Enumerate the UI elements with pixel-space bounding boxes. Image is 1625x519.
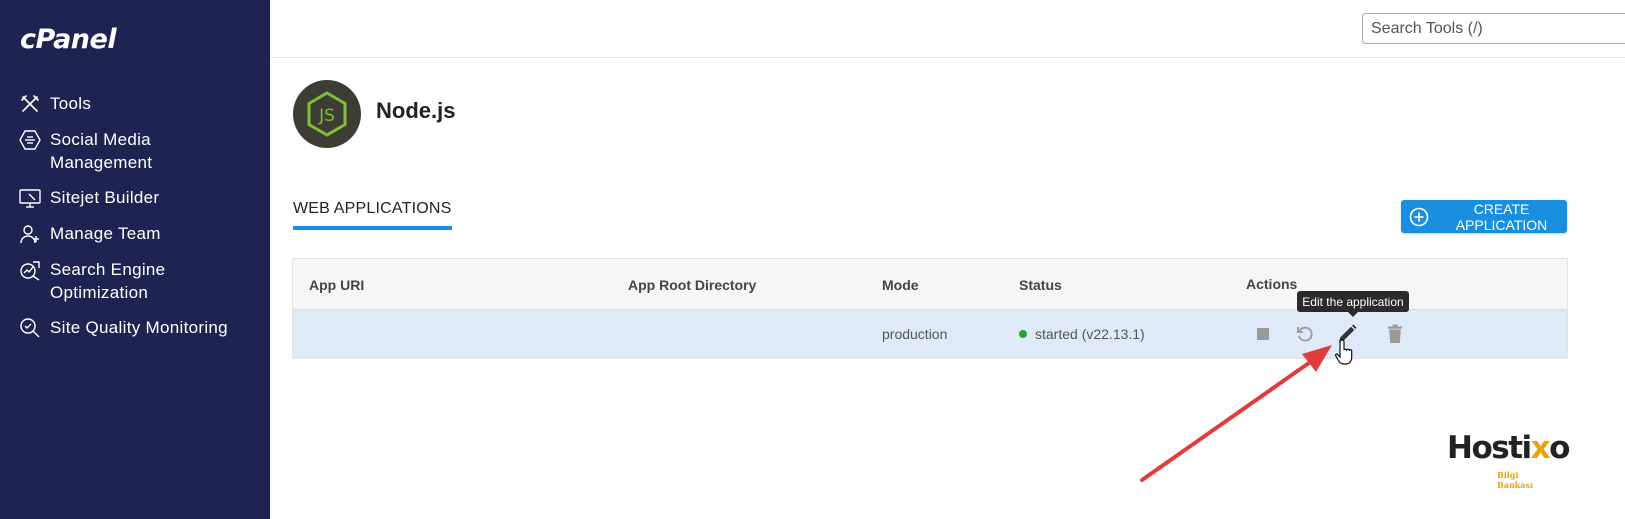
- delete-application-button[interactable]: [1384, 323, 1406, 345]
- watermark-subtitle: Bilgi Bankası: [1497, 470, 1534, 490]
- trash-icon: [1388, 324, 1402, 343]
- create-application-label: CREATE APPLICATION: [1455, 200, 1548, 233]
- tab-web-applications[interactable]: WEB APPLICATIONS: [293, 200, 452, 230]
- plus-circle-icon: [1409, 207, 1429, 227]
- sitejet-icon: [18, 186, 42, 210]
- cell-status: started (v22.13.1): [1019, 326, 1145, 342]
- sidebar-item-social-media[interactable]: Social Media Management: [0, 122, 270, 180]
- stop-icon: [1257, 328, 1269, 340]
- sidebar-nav: Tools Social Media Management Sitejet Bu…: [0, 86, 270, 346]
- tools-icon: [18, 92, 42, 116]
- column-header-mode[interactable]: Mode: [882, 277, 919, 293]
- quality-monitor-icon: [18, 316, 42, 340]
- nodejs-hexagon-icon: JS: [307, 91, 347, 137]
- sidebar: cPanel Tools Social Media Management Sit…: [0, 0, 270, 519]
- edit-tooltip: Edit the application: [1297, 291, 1409, 317]
- search-tools-input[interactable]: [1362, 13, 1625, 44]
- sidebar-item-label: Search Engine Optimization: [50, 260, 166, 302]
- sidebar-item-seo[interactable]: Search Engine Optimization: [0, 252, 270, 310]
- watermark-brand: Hostixo: [1447, 430, 1570, 466]
- team-icon: [18, 222, 42, 246]
- sidebar-item-label: Sitejet Builder: [50, 188, 160, 207]
- social-media-icon: [18, 128, 42, 152]
- nodejs-logo-text: JS: [318, 106, 335, 126]
- sidebar-item-label: Manage Team: [50, 224, 161, 243]
- hostixo-watermark: Hostixo Bilgi Bankası: [1447, 430, 1570, 490]
- cpanel-page: cPanel Tools Social Media Management Sit…: [0, 0, 1625, 519]
- status-text: started (v22.13.1): [1035, 326, 1145, 342]
- column-header-app-uri[interactable]: App URI: [309, 277, 364, 293]
- table-row: production started (v22.13.1): [293, 310, 1567, 358]
- sidebar-item-manage-team[interactable]: Manage Team: [0, 216, 270, 252]
- column-header-app-root[interactable]: App Root Directory: [628, 277, 756, 293]
- seo-icon: [18, 258, 42, 282]
- sidebar-item-label: Social Media Management: [50, 130, 153, 172]
- sidebar-item-label: Site Quality Monitoring: [50, 318, 228, 337]
- nodejs-logo: JS: [293, 80, 361, 148]
- column-header-status[interactable]: Status: [1019, 277, 1062, 293]
- create-application-button[interactable]: CREATE APPLICATION: [1401, 200, 1567, 233]
- sidebar-item-site-quality[interactable]: Site Quality Monitoring: [0, 310, 270, 346]
- cpanel-logo[interactable]: cPanel: [20, 24, 117, 55]
- restart-icon: [1297, 326, 1313, 342]
- hand-cursor-icon: [1335, 339, 1353, 365]
- stop-application-button[interactable]: [1252, 323, 1274, 345]
- sidebar-item-tools[interactable]: Tools: [0, 86, 270, 122]
- status-started-dot: [1019, 330, 1027, 339]
- sidebar-item-sitejet[interactable]: Sitejet Builder: [0, 180, 270, 216]
- column-header-actions: Actions: [1246, 276, 1298, 292]
- sidebar-item-label: Tools: [50, 94, 92, 113]
- cell-mode: production: [882, 326, 948, 342]
- page-title: Node.js: [376, 98, 456, 123]
- restart-application-button[interactable]: [1294, 323, 1316, 345]
